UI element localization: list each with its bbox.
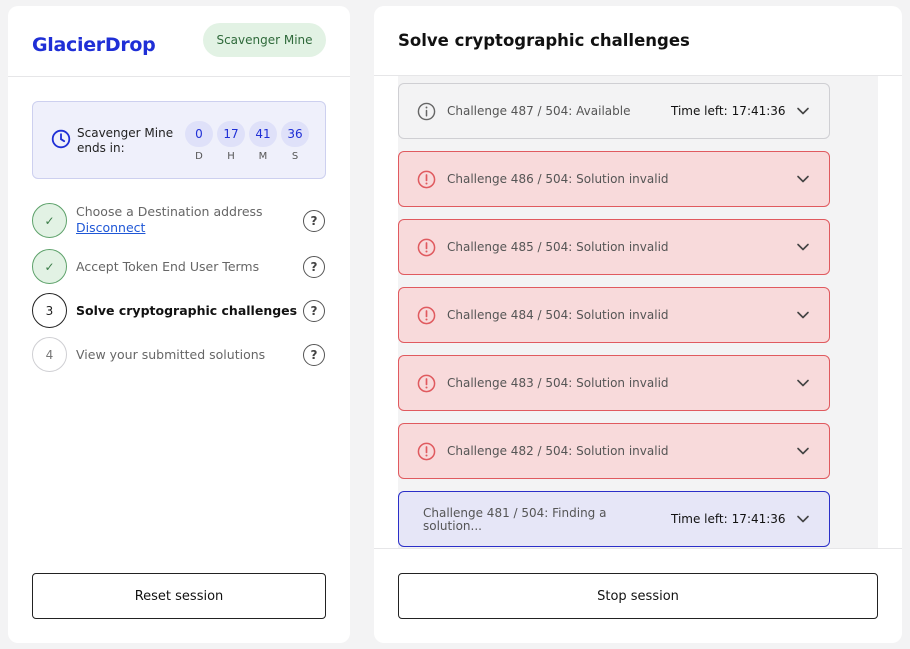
challenge-row-invalid[interactable]: Challenge 484 / 504: Solution invalid xyxy=(398,287,830,343)
step-label: Solve cryptographic challenges xyxy=(76,303,298,318)
challenge-label: Challenge 482 / 504: Solution invalid xyxy=(447,444,669,458)
countdown-value: 36 xyxy=(281,121,309,147)
alert-icon xyxy=(417,170,436,189)
countdown-value: 0 xyxy=(185,121,213,147)
time-left: Time left: 17:41:36 xyxy=(671,104,786,118)
step-accept-terms: ✓ Accept Token End User Terms ? xyxy=(32,249,332,285)
header-divider xyxy=(8,76,350,77)
footer-divider xyxy=(374,548,902,549)
alert-icon xyxy=(417,238,436,257)
challenge-row-invalid[interactable]: Challenge 486 / 504: Solution invalid xyxy=(398,151,830,207)
countdown-unit: M xyxy=(258,151,268,162)
challenge-label: Challenge 483 / 504: Solution invalid xyxy=(447,376,669,390)
info-icon xyxy=(417,102,436,121)
help-icon[interactable]: ? xyxy=(303,300,325,322)
sidebar-panel: GlacierDrop Scavenger Mine Scavenger Min… xyxy=(8,6,350,643)
step-label: Accept Token End User Terms xyxy=(76,259,260,274)
check-icon: ✓ xyxy=(32,249,67,284)
page-title: Solve cryptographic challenges xyxy=(398,31,690,50)
help-icon[interactable]: ? xyxy=(303,210,325,232)
time-left-label: Time left: xyxy=(671,104,728,118)
countdown-unit: H xyxy=(227,151,235,162)
step-choose-destination: ✓ Choose a Destination address Disconnec… xyxy=(32,203,332,239)
main-panel: Solve cryptographic challenges Challenge… xyxy=(374,6,902,643)
check-icon: ✓ xyxy=(32,203,67,238)
step-label: Choose a Destination address xyxy=(76,204,263,219)
countdown-hours: 17 H xyxy=(217,121,245,162)
help-icon[interactable]: ? xyxy=(303,344,325,366)
chevron-down-icon[interactable] xyxy=(796,174,810,184)
countdown-label: Scavenger Mine ends in: xyxy=(77,126,174,155)
help-icon[interactable]: ? xyxy=(303,256,325,278)
clock-icon xyxy=(51,129,71,149)
time-left-value: 17:41:36 xyxy=(731,104,786,118)
step-label: View your submitted solutions xyxy=(76,347,266,362)
challenge-label: Challenge 486 / 504: Solution invalid xyxy=(447,172,669,186)
countdown-seconds: 36 S xyxy=(281,121,309,162)
countdown-value: 41 xyxy=(249,121,277,147)
challenge-label: Challenge 487 / 504: Available xyxy=(447,104,631,118)
time-left: Time left: 17:41:36 xyxy=(671,512,786,526)
disconnect-link[interactable]: Disconnect xyxy=(76,220,145,235)
chevron-down-icon[interactable] xyxy=(796,514,810,524)
challenge-row-available[interactable]: Challenge 487 / 504: Available Time left… xyxy=(398,83,830,139)
alert-icon xyxy=(417,306,436,325)
alert-icon xyxy=(417,442,436,461)
countdown-unit: S xyxy=(291,151,299,162)
chevron-down-icon[interactable] xyxy=(796,242,810,252)
time-left-value: 17:41:36 xyxy=(731,512,786,526)
step-solve-challenges: 3 Solve cryptographic challenges ? xyxy=(32,293,332,329)
chevron-down-icon[interactable] xyxy=(796,446,810,456)
countdown-value: 17 xyxy=(217,121,245,147)
chevron-down-icon[interactable] xyxy=(796,106,810,116)
chevron-down-icon[interactable] xyxy=(796,378,810,388)
countdown-days: 0 D xyxy=(185,121,213,162)
challenge-list[interactable]: Challenge 487 / 504: Available Time left… xyxy=(398,76,878,548)
step-number: 3 xyxy=(32,293,67,328)
step-number: 4 xyxy=(32,337,67,372)
challenge-label: Challenge 485 / 504: Solution invalid xyxy=(447,240,669,254)
countdown-minutes: 41 M xyxy=(249,121,277,162)
alert-icon xyxy=(417,374,436,393)
challenge-row-invalid[interactable]: Challenge 482 / 504: Solution invalid xyxy=(398,423,830,479)
chevron-down-icon[interactable] xyxy=(796,310,810,320)
challenge-label: Challenge 484 / 504: Solution invalid xyxy=(447,308,669,322)
challenge-row-finding[interactable]: Challenge 481 / 504: Finding a solution.… xyxy=(398,491,830,547)
countdown-card: Scavenger Mine ends in: 0 D 17 H 41 M 36… xyxy=(32,101,326,179)
countdown-unit: D xyxy=(195,151,203,162)
challenge-row-invalid[interactable]: Challenge 485 / 504: Solution invalid xyxy=(398,219,830,275)
app-logo: GlacierDrop xyxy=(32,34,156,56)
challenge-label: Challenge 481 / 504: Finding a solution.… xyxy=(423,506,607,533)
scavenger-mine-badge: Scavenger Mine xyxy=(203,23,326,57)
reset-session-button[interactable]: Reset session xyxy=(32,573,326,619)
stop-session-button[interactable]: Stop session xyxy=(398,573,878,619)
challenge-row-invalid[interactable]: Challenge 483 / 504: Solution invalid xyxy=(398,355,830,411)
time-left-label: Time left: xyxy=(671,512,728,526)
step-view-solutions: 4 View your submitted solutions ? xyxy=(32,337,332,373)
